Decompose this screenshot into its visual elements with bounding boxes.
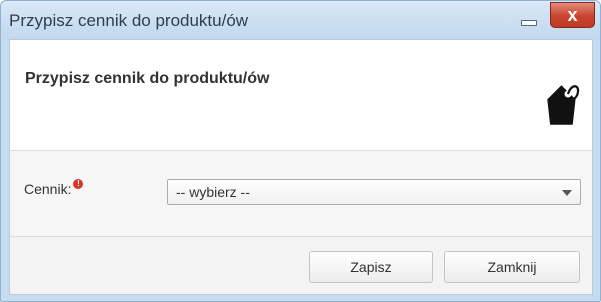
minimize-button[interactable] <box>514 10 542 30</box>
pricelist-select[interactable]: -- wybierz -- <box>167 179 581 205</box>
pricelist-select-value: -- wybierz -- <box>176 184 250 200</box>
dialog-panel: Przypisz cennik do produktu/ów Cennik:! … <box>9 39 593 295</box>
form-section: Cennik:! -- wybierz -- <box>10 151 592 236</box>
save-button[interactable]: Zapisz <box>309 251 433 283</box>
dialog-header: Przypisz cennik do produktu/ów <box>10 40 592 150</box>
minimize-icon <box>521 20 537 26</box>
dialog-window: Przypisz cennik do produktu/ów x Przypis… <box>0 0 601 302</box>
price-tag-icon <box>547 85 580 125</box>
dialog-heading: Przypisz cennik do produktu/ów <box>25 70 270 87</box>
title-bar[interactable]: Przypisz cennik do produktu/ów x <box>1 1 600 39</box>
close-window-button[interactable]: x <box>550 2 595 28</box>
pricelist-label: Cennik:! <box>24 179 84 197</box>
dialog-footer: Zapisz Zamknij <box>10 237 592 294</box>
required-icon: ! <box>73 179 84 189</box>
window-title: Przypisz cennik do produktu/ów <box>9 11 249 30</box>
pricelist-label-text: Cennik: <box>24 181 72 197</box>
chevron-down-icon <box>562 190 572 196</box>
close-button[interactable]: Zamknij <box>444 251 580 283</box>
